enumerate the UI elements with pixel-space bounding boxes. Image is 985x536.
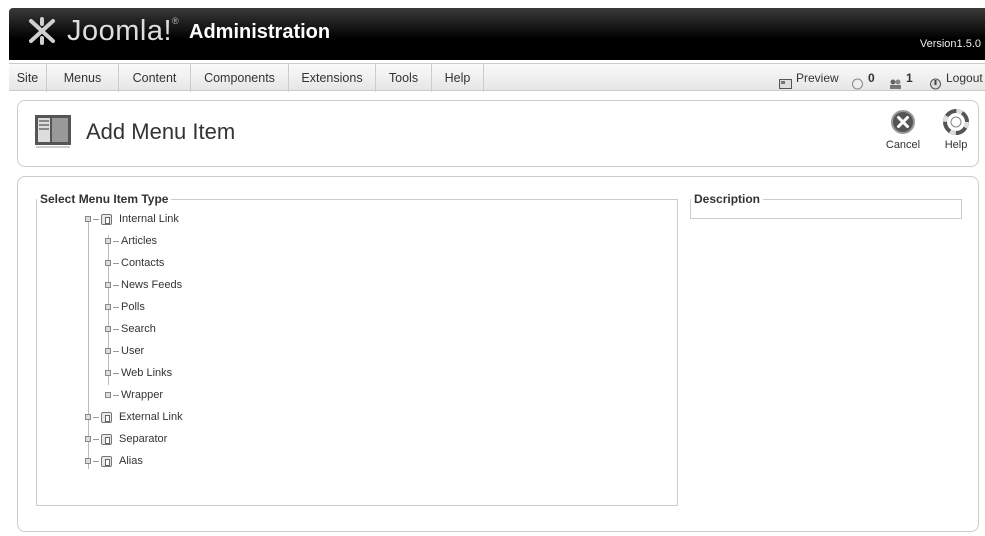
tree-node-articles[interactable]: Articles	[105, 233, 157, 249]
tree-node-wrapper[interactable]: Wrapper	[105, 387, 163, 403]
node-bullet-icon	[105, 304, 111, 310]
logout-link[interactable]: Logout	[929, 64, 983, 92]
cancel-label: Cancel	[885, 139, 921, 151]
messages-count: 0	[868, 71, 875, 85]
page-title: Add Menu Item	[86, 119, 236, 144]
tree-label-internal-link: Internal Link	[119, 213, 179, 225]
node-bullet-icon	[85, 458, 91, 464]
joomla-logo-text: Joomla!	[67, 14, 173, 47]
menu-tools[interactable]: Tools	[376, 64, 432, 92]
content-box: Select Menu Item Type Internal Link Arti…	[17, 176, 979, 532]
node-bullet-icon	[105, 392, 111, 398]
menu-extensions[interactable]: Extensions	[289, 64, 376, 92]
node-bullet-icon	[105, 260, 111, 266]
folder-icon	[101, 411, 112, 423]
version-label: Version1.5.0	[919, 38, 981, 50]
logout-label: Logout	[946, 71, 983, 85]
menu-help[interactable]: Help	[432, 64, 484, 92]
users-count: 1	[906, 71, 913, 85]
description-legend: Description	[694, 192, 761, 206]
collapse-toggle-icon[interactable]	[85, 216, 91, 222]
main-menu-bar: Site Menus Content Components Extensions…	[9, 63, 985, 92]
help-button[interactable]: Help	[934, 109, 978, 161]
administration-title: Administration	[189, 21, 331, 43]
tree-label-search: Search	[121, 323, 156, 335]
users-status[interactable]: 1	[889, 64, 913, 92]
users-icon	[889, 72, 902, 89]
node-bullet-icon	[85, 436, 91, 442]
logo-trademark: ®	[172, 16, 179, 26]
messages-status[interactable]: 0	[851, 64, 875, 92]
tree-label-polls: Polls	[121, 301, 145, 313]
tree-node-user[interactable]: User	[105, 343, 144, 359]
tree-node-separator[interactable]: Separator	[85, 431, 167, 447]
tree-label-external-link: External Link	[119, 411, 183, 423]
tree-node-external-link[interactable]: External Link	[85, 409, 183, 425]
tree-label-wrapper: Wrapper	[121, 389, 163, 401]
folder-icon	[101, 455, 112, 467]
tree-node-polls[interactable]: Polls	[105, 299, 145, 315]
help-lifebuoy-icon	[943, 109, 969, 135]
menu-content[interactable]: Content	[119, 64, 191, 92]
menu-menus[interactable]: Menus	[47, 64, 119, 92]
tree-node-contacts[interactable]: Contacts	[105, 255, 164, 271]
tree-node-news-feeds[interactable]: News Feeds	[105, 277, 182, 293]
joomla-logo-icon	[23, 15, 61, 47]
node-bullet-icon	[105, 282, 111, 288]
select-menu-item-type-legend: Select Menu Item Type	[40, 192, 169, 206]
tree-node-alias[interactable]: Alias	[85, 453, 143, 469]
tree-label-user: User	[121, 345, 145, 357]
tree-label-separator: Separator	[119, 433, 168, 445]
preview-label: Preview	[796, 71, 839, 85]
tree-label-web-links: Web Links	[121, 367, 173, 379]
toolbar-box: Add Menu Item Cancel Help	[17, 100, 979, 167]
cancel-icon	[891, 110, 915, 134]
logout-icon	[929, 72, 942, 90]
joomla-logo: Joomla! ®	[23, 13, 179, 49]
header-bar: Joomla! ® Administration Version1.5.0	[9, 8, 985, 60]
tree-node-web-links[interactable]: Web Links	[105, 365, 172, 381]
folder-icon	[101, 213, 112, 225]
menu-type-tree: Internal Link Articles Contacts News Fee…	[62, 211, 362, 481]
tree-label-contacts: Contacts	[121, 257, 165, 269]
messages-icon	[851, 72, 864, 90]
help-label: Help	[944, 139, 968, 151]
tree-label-articles: Articles	[121, 235, 158, 247]
node-bullet-icon	[85, 414, 91, 420]
preview-icon	[779, 72, 792, 89]
node-bullet-icon	[105, 238, 111, 244]
tree-node-internal-link[interactable]: Internal Link	[85, 211, 179, 227]
description-fieldset: Description	[690, 192, 962, 219]
menu-components[interactable]: Components	[191, 64, 289, 92]
menu-item-page-icon	[34, 113, 72, 151]
menu-site[interactable]: Site	[9, 64, 47, 92]
tree-label-alias: Alias	[119, 455, 143, 467]
node-bullet-icon	[105, 326, 111, 332]
tree-label-news-feeds: News Feeds	[121, 279, 183, 291]
folder-icon	[101, 433, 112, 445]
cancel-button[interactable]: Cancel	[881, 109, 925, 161]
node-bullet-icon	[105, 348, 111, 354]
tree-node-search[interactable]: Search	[105, 321, 156, 337]
node-bullet-icon	[105, 370, 111, 376]
preview-link[interactable]: Preview	[779, 64, 839, 92]
